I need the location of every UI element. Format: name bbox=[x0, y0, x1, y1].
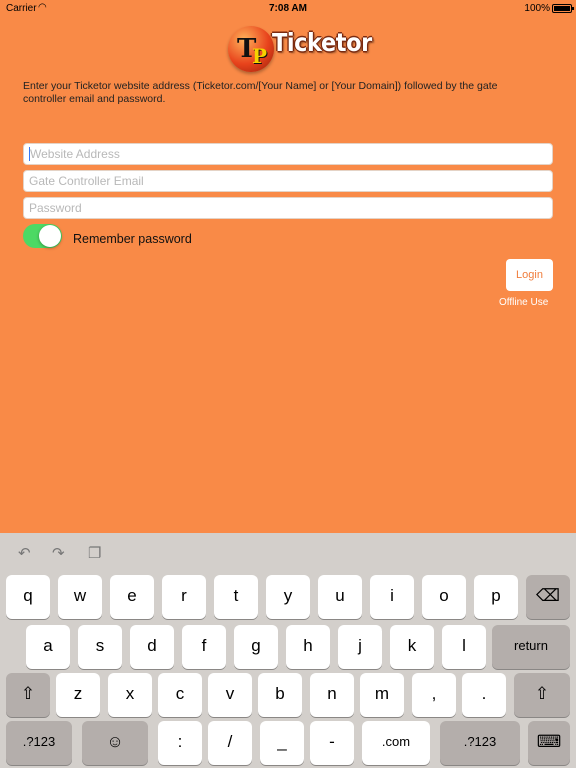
paste-icon[interactable]: ❐ bbox=[88, 544, 101, 562]
key-k[interactable]: k bbox=[390, 625, 434, 669]
key-dash[interactable]: - bbox=[310, 721, 354, 765]
key-u[interactable]: u bbox=[318, 575, 362, 619]
key-y[interactable]: y bbox=[266, 575, 310, 619]
key-i[interactable]: i bbox=[370, 575, 414, 619]
hide-keyboard-icon[interactable]: ⌨ bbox=[528, 721, 570, 765]
emoji-icon[interactable]: ☺ bbox=[82, 721, 148, 765]
key-d[interactable]: d bbox=[130, 625, 174, 669]
key-b[interactable]: b bbox=[258, 673, 302, 717]
logo-badge-icon: T P bbox=[228, 26, 274, 72]
redo-icon[interactable]: ↷ bbox=[52, 544, 65, 562]
key-v[interactable]: v bbox=[208, 673, 252, 717]
key-e[interactable]: e bbox=[110, 575, 154, 619]
key-p[interactable]: p bbox=[474, 575, 518, 619]
key-o[interactable]: o bbox=[422, 575, 466, 619]
text-cursor bbox=[29, 146, 30, 161]
numbers-key[interactable]: .?123 bbox=[6, 721, 72, 765]
key-l[interactable]: l bbox=[442, 625, 486, 669]
key-period[interactable]: . bbox=[462, 673, 506, 717]
key-g[interactable]: g bbox=[234, 625, 278, 669]
delete-key-icon[interactable]: ⌫ bbox=[526, 575, 570, 619]
return-key[interactable]: return bbox=[492, 625, 570, 669]
key-w[interactable]: w bbox=[58, 575, 102, 619]
website-placeholder: Website Address bbox=[30, 147, 120, 161]
status-bar: Carrier ◠ 7:08 AM 100% bbox=[0, 0, 576, 18]
key-h[interactable]: h bbox=[286, 625, 330, 669]
key-slash[interactable]: / bbox=[208, 721, 252, 765]
key-f[interactable]: f bbox=[182, 625, 226, 669]
key-n[interactable]: n bbox=[310, 673, 354, 717]
remember-password-label: Remember password bbox=[73, 232, 192, 246]
offline-use-link[interactable]: Offline Use bbox=[499, 297, 548, 308]
key-comma[interactable]: , bbox=[412, 673, 456, 717]
website-address-input[interactable]: Website Address bbox=[23, 143, 553, 165]
key-colon[interactable]: : bbox=[158, 721, 202, 765]
key-c[interactable]: c bbox=[158, 673, 202, 717]
battery-percent: 100% bbox=[524, 3, 550, 14]
battery-icon bbox=[552, 4, 574, 13]
key-r[interactable]: r bbox=[162, 575, 206, 619]
remember-password-toggle[interactable] bbox=[23, 224, 62, 248]
key-q[interactable]: q bbox=[6, 575, 50, 619]
clock: 7:08 AM bbox=[269, 3, 307, 14]
key-x[interactable]: x bbox=[108, 673, 152, 717]
key-j[interactable]: j bbox=[338, 625, 382, 669]
key-a[interactable]: a bbox=[26, 625, 70, 669]
logo-wordmark: Ticketor bbox=[272, 28, 372, 57]
toggle-knob bbox=[39, 225, 61, 247]
login-button[interactable]: Login bbox=[506, 259, 553, 291]
key-t[interactable]: t bbox=[214, 575, 258, 619]
gate-controller-email-input[interactable]: Gate Controller Email bbox=[23, 170, 553, 192]
email-placeholder: Gate Controller Email bbox=[29, 174, 144, 188]
password-placeholder: Password bbox=[29, 201, 82, 215]
keyboard: ↶ ↷ ❐ q w e r t y u i o p ⌫ a s d f g h … bbox=[0, 533, 576, 768]
undo-icon[interactable]: ↶ bbox=[18, 544, 31, 562]
key-underscore[interactable]: _ bbox=[260, 721, 304, 765]
key-s[interactable]: s bbox=[78, 625, 122, 669]
key-dotcom[interactable]: .com bbox=[362, 721, 430, 765]
key-m[interactable]: m bbox=[360, 673, 404, 717]
shift-right-icon[interactable]: ⇧ bbox=[514, 673, 570, 717]
password-input[interactable]: Password bbox=[23, 197, 553, 219]
instructions-text: Enter your Ticketor website address (Tic… bbox=[23, 80, 498, 105]
shift-left-icon[interactable]: ⇧ bbox=[6, 673, 50, 717]
numbers-key-right[interactable]: .?123 bbox=[440, 721, 520, 765]
ticketor-logo: T P Ticketor bbox=[228, 24, 372, 76]
key-z[interactable]: z bbox=[56, 673, 100, 717]
